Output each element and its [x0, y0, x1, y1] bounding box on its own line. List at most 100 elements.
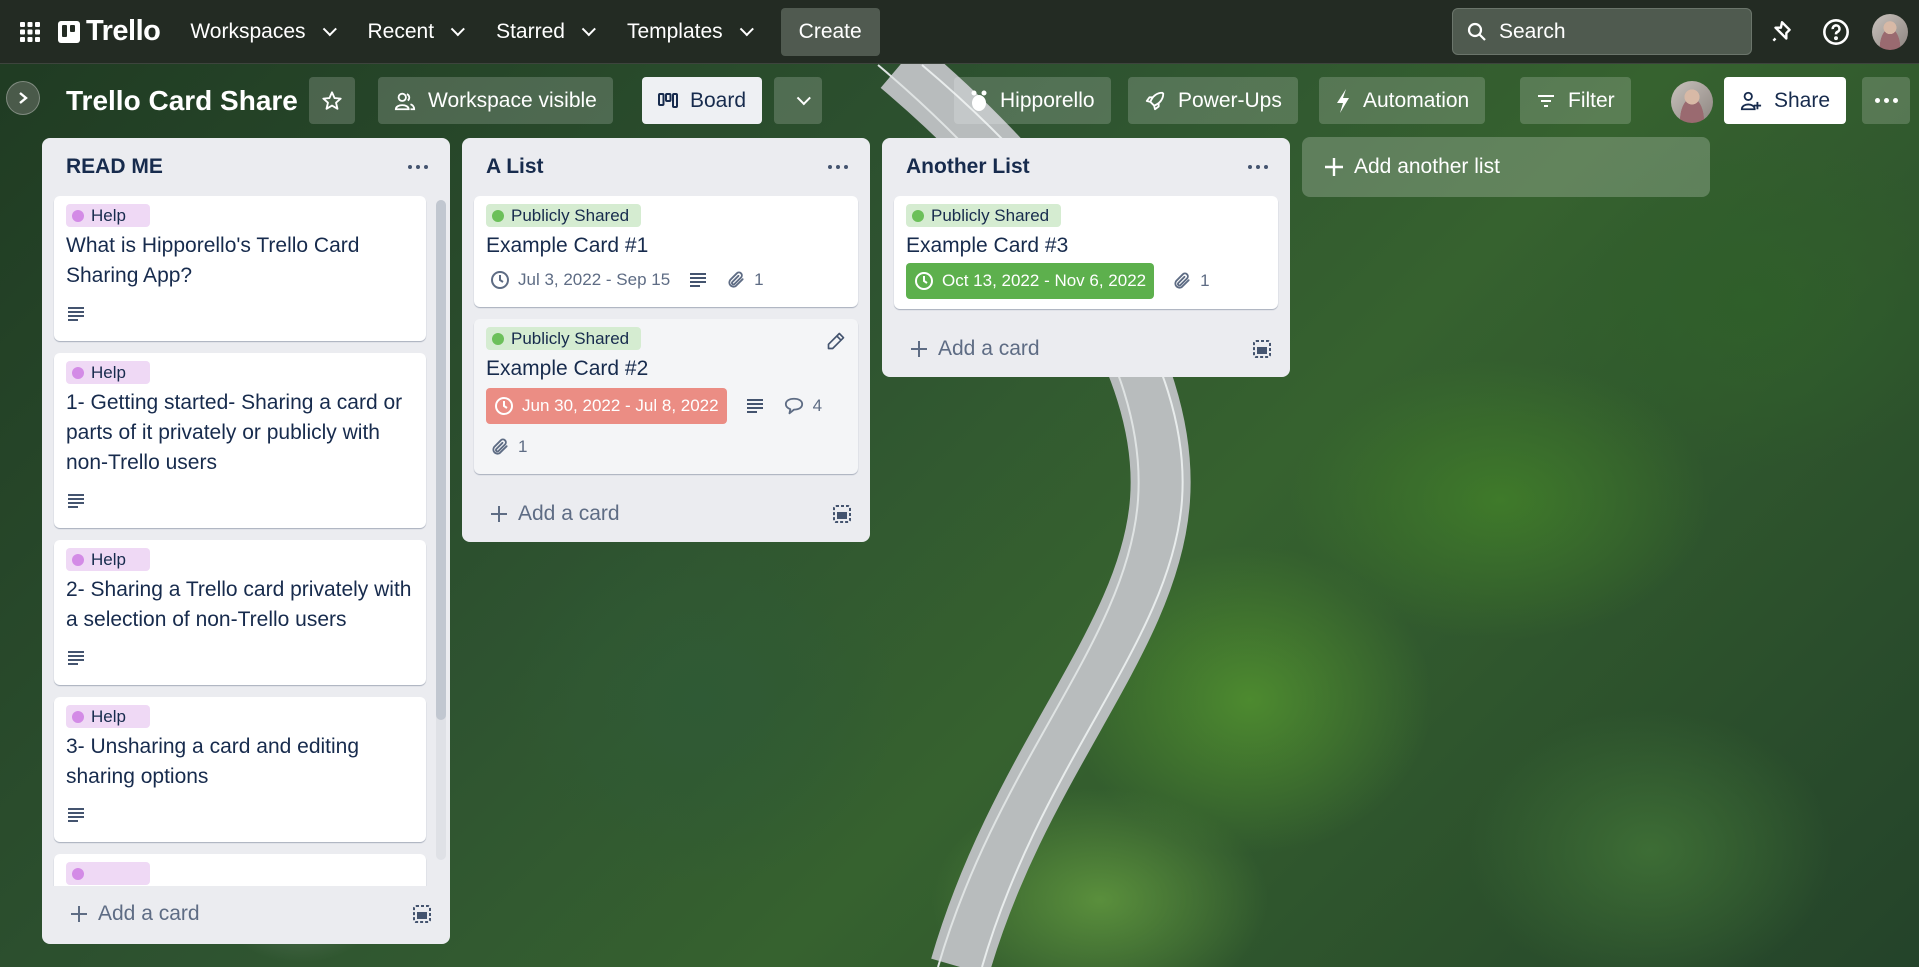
- chevron-down-icon: [739, 21, 754, 36]
- workspace-visible-icon: [394, 92, 416, 110]
- automation-button[interactable]: Automation: [1319, 77, 1486, 124]
- comment-count: 4: [812, 396, 823, 415]
- card[interactable]: Publicly Shared Example Card #3 Oct 13, …: [894, 196, 1278, 309]
- card[interactable]: Help 1- Getting started- Sharing a card …: [54, 353, 426, 528]
- add-card-row: Add a card: [882, 321, 1290, 377]
- edit-card-pencil-icon[interactable]: [826, 331, 846, 356]
- card[interactable]: Publicly Shared Example Card #1 Jul 3, 2…: [474, 196, 858, 307]
- search-icon: [1467, 22, 1486, 41]
- search-box[interactable]: [1452, 8, 1752, 55]
- bolt-icon: [1337, 88, 1349, 113]
- automation-label: Automation: [1363, 88, 1470, 112]
- add-card-button[interactable]: Add a card: [490, 502, 620, 526]
- list-header: A List: [462, 138, 870, 196]
- add-card-row: Add a card: [42, 886, 450, 942]
- chevron-right-icon: [19, 92, 28, 104]
- card-title: Example Card #1: [486, 234, 649, 257]
- board-header: Trello Card Share Workspace visible Boar…: [0, 65, 1919, 139]
- card-label-text: Publicly Shared: [511, 205, 630, 225]
- clock-icon: [491, 271, 509, 289]
- card-label: [66, 862, 150, 885]
- list-menu-icon[interactable]: [402, 159, 434, 175]
- list-menu-icon[interactable]: [822, 159, 854, 175]
- view-switcher-button[interactable]: [774, 77, 822, 124]
- create-from-template-icon[interactable]: [1252, 339, 1272, 359]
- card-label-text: Help: [91, 205, 126, 225]
- create-from-template-icon[interactable]: [832, 504, 852, 524]
- due-date-badge[interactable]: Jul 3, 2022 - Sep 15: [486, 263, 670, 297]
- star-board-button[interactable]: [309, 77, 355, 124]
- card-label: Publicly Shared: [486, 204, 642, 227]
- starred-menu[interactable]: Starred: [484, 8, 603, 56]
- board-title[interactable]: Trello Card Share: [66, 85, 298, 117]
- powerups-button[interactable]: Power-Ups: [1128, 77, 1298, 124]
- comment-icon: [784, 397, 803, 415]
- card[interactable]: Publicly Shared Example Card #2 Jun 30, …: [474, 319, 858, 474]
- board-view-button[interactable]: Board: [642, 77, 763, 124]
- board-menu-button[interactable]: [1862, 77, 1910, 124]
- list-read-me: READ ME Help What is Hipporello's Trello…: [42, 138, 450, 944]
- share-label: Share: [1774, 88, 1831, 112]
- list-menu-icon[interactable]: [1242, 159, 1274, 175]
- description-icon: [66, 798, 86, 832]
- card-label: Help: [66, 705, 150, 728]
- star-icon: [322, 90, 342, 110]
- add-card-button[interactable]: Add a card: [70, 902, 200, 926]
- board-view-icon: [658, 92, 678, 108]
- recent-menu[interactable]: Recent: [356, 8, 473, 56]
- visibility-button[interactable]: Workspace visible: [378, 77, 613, 124]
- recent-menu-label: Recent: [367, 19, 435, 43]
- card[interactable]: Help 3- Unsharing a card and editing sha…: [54, 697, 426, 842]
- list-a-list: A List Publicly Shared Example Card #1 J…: [462, 138, 870, 542]
- card-title: Example Card #2: [486, 357, 649, 380]
- trello-logo[interactable]: Trello: [58, 15, 161, 48]
- create-from-template-icon[interactable]: [412, 904, 432, 924]
- due-date-text: Jul 3, 2022 - Sep 15: [518, 270, 671, 289]
- card-title: 1- Getting started- Sharing a card or pa…: [66, 391, 403, 474]
- visibility-label: Workspace visible: [428, 88, 597, 112]
- add-card-button[interactable]: Add a card: [910, 337, 1040, 361]
- workspaces-menu-label: Workspaces: [190, 19, 306, 43]
- attachment-badge: 1: [486, 430, 527, 464]
- expand-sidebar-button[interactable]: [6, 81, 40, 115]
- card-partial[interactable]: [54, 854, 426, 886]
- add-card-row: Add a card: [462, 486, 870, 542]
- list-scrollbar-thumb[interactable]: [436, 200, 446, 720]
- filter-icon: [1538, 94, 1554, 107]
- add-person-icon: [1740, 91, 1762, 110]
- board-member-avatar[interactable]: [1671, 81, 1713, 123]
- clock-icon: [495, 397, 513, 415]
- attachment-badge: 1: [726, 263, 764, 297]
- create-button[interactable]: Create: [780, 7, 880, 56]
- powerup-hipporello-button[interactable]: Hipporello: [954, 77, 1111, 124]
- card-container: Publicly Shared Example Card #1 Jul 3, 2…: [462, 196, 870, 474]
- templates-menu-label: Templates: [626, 19, 723, 43]
- add-card-label: Add a card: [98, 902, 200, 925]
- notifications-icon[interactable]: [1764, 14, 1800, 50]
- filter-button[interactable]: Filter: [1520, 77, 1631, 124]
- due-date-badge-overdue[interactable]: Jun 30, 2022 - Jul 8, 2022: [486, 388, 727, 424]
- list-title[interactable]: READ ME: [66, 155, 163, 179]
- more-icon: [1874, 98, 1898, 103]
- card-container: Help What is Hipporello's Trello Card Sh…: [42, 196, 450, 886]
- list-title[interactable]: Another List: [906, 155, 1030, 179]
- templates-menu[interactable]: Templates: [615, 8, 761, 56]
- help-icon[interactable]: [1818, 14, 1854, 50]
- plus-icon: [491, 506, 507, 522]
- app-switcher-grid-icon[interactable]: [12, 14, 48, 50]
- card[interactable]: Help 2- Sharing a Trello card privately …: [54, 540, 426, 685]
- list-title[interactable]: A List: [486, 155, 544, 179]
- due-date-badge-complete[interactable]: Oct 13, 2022 - Nov 6, 2022: [906, 263, 1155, 299]
- list-header: READ ME: [42, 138, 450, 196]
- workspaces-menu[interactable]: Workspaces: [178, 8, 343, 56]
- card[interactable]: Help What is Hipporello's Trello Card Sh…: [54, 196, 426, 341]
- list-header: Another List: [882, 138, 1290, 196]
- add-another-list-button[interactable]: Add another list: [1302, 137, 1710, 197]
- description-icon: [688, 263, 708, 297]
- share-button[interactable]: Share: [1724, 77, 1847, 124]
- search-input[interactable]: [1499, 19, 1739, 44]
- user-avatar[interactable]: [1872, 14, 1908, 50]
- card-container: Publicly Shared Example Card #3 Oct 13, …: [882, 196, 1290, 309]
- plus-icon: [1325, 158, 1343, 176]
- add-card-label: Add a card: [938, 337, 1040, 360]
